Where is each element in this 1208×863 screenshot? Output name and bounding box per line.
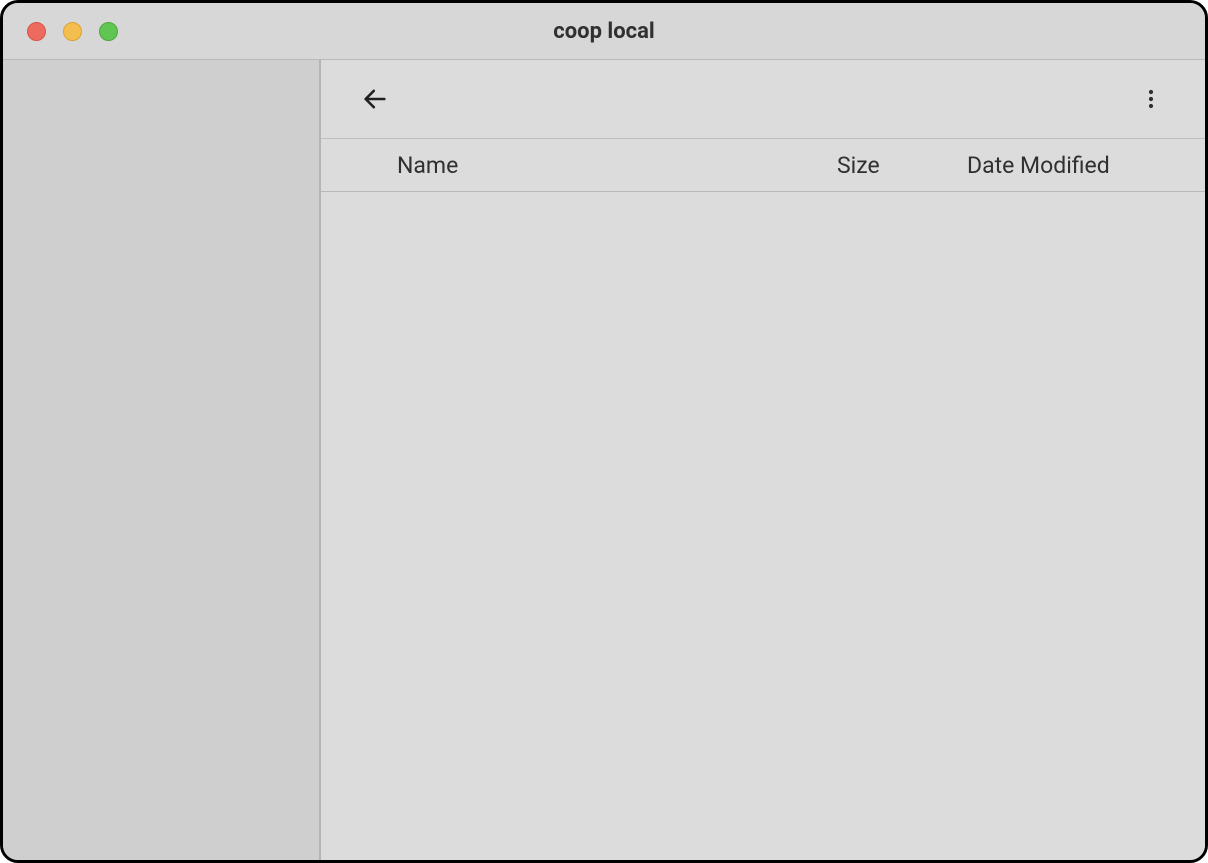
toolbar bbox=[321, 60, 1205, 138]
window-body: Name Size Date Modified bbox=[3, 60, 1205, 860]
titlebar: coop local bbox=[3, 3, 1205, 60]
window-title: coop local bbox=[553, 19, 654, 44]
main-panel: Name Size Date Modified bbox=[321, 60, 1205, 860]
window-controls bbox=[27, 22, 118, 41]
sidebar bbox=[3, 60, 321, 860]
minimize-button[interactable] bbox=[63, 22, 82, 41]
back-button[interactable] bbox=[355, 79, 395, 119]
column-header-size[interactable]: Size bbox=[837, 152, 967, 179]
more-menu-button[interactable] bbox=[1131, 79, 1171, 119]
more-vertical-icon bbox=[1139, 87, 1163, 111]
close-button[interactable] bbox=[27, 22, 46, 41]
column-header-date[interactable]: Date Modified bbox=[967, 152, 1191, 179]
column-header-name[interactable]: Name bbox=[397, 152, 837, 179]
file-list[interactable] bbox=[321, 192, 1205, 860]
column-header-row: Name Size Date Modified bbox=[321, 138, 1205, 192]
arrow-left-icon bbox=[361, 85, 389, 113]
zoom-button[interactable] bbox=[99, 22, 118, 41]
app-window: coop local Name Size Date Modified bbox=[0, 0, 1208, 863]
